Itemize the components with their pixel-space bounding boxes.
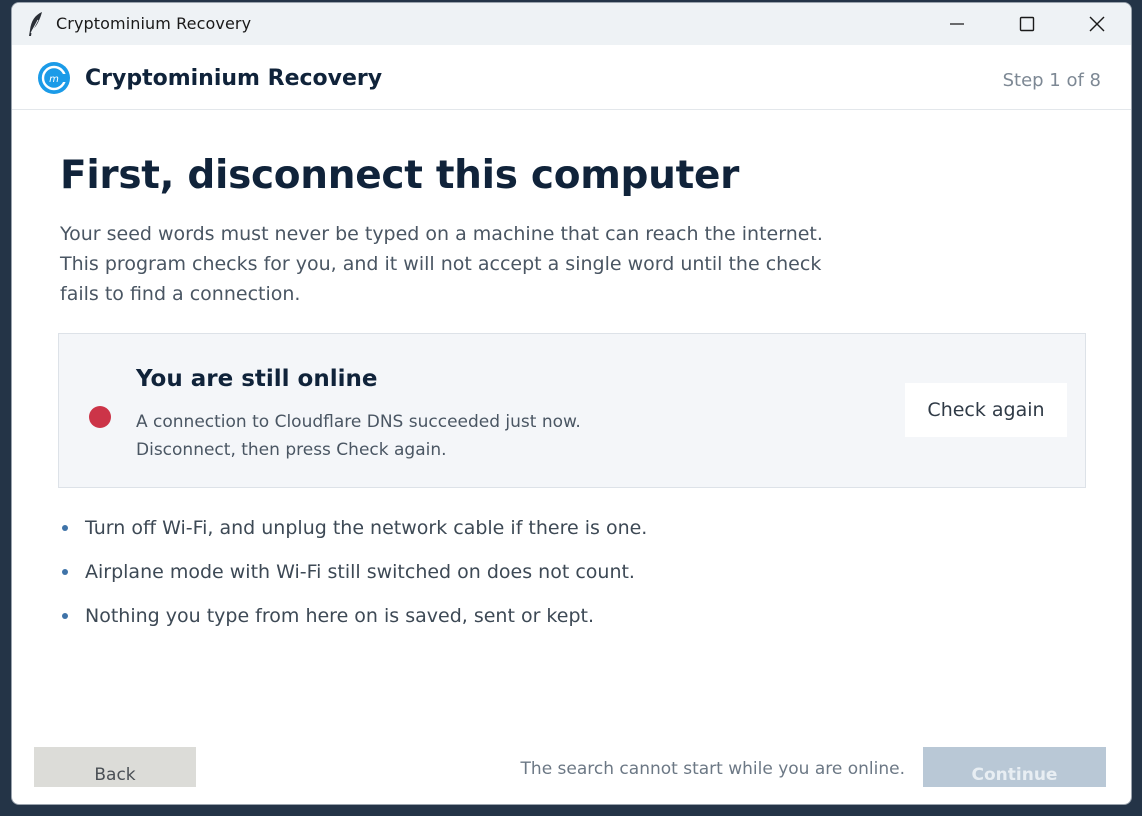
window-title: Cryptominium Recovery — [56, 14, 252, 33]
feather-icon — [29, 12, 42, 36]
status-title: You are still online — [136, 366, 378, 392]
list-item-text: Nothing you type from here on is saved, … — [85, 605, 594, 627]
footer-note: The search cannot start while you are on… — [520, 759, 905, 779]
continue-button[interactable]: Continue — [923, 747, 1106, 787]
bullet-icon — [62, 525, 68, 531]
back-button[interactable]: Back — [34, 747, 196, 787]
page-title: First, disconnect this computer — [60, 153, 740, 198]
status-description: A connection to Cloudflare DNS succeeded… — [136, 408, 756, 464]
list-item: Nothing you type from here on is saved, … — [60, 601, 960, 645]
maximize-icon — [1019, 16, 1035, 32]
minimize-button[interactable] — [922, 3, 992, 45]
title-bar: Cryptominium Recovery — [12, 3, 1131, 45]
intro-text: Your seed words must never be typed on a… — [60, 223, 823, 305]
connection-status-panel: You are still online A connection to Clo… — [58, 333, 1086, 488]
status-line-2: Disconnect, then press Check again. — [136, 440, 447, 460]
list-item-text: Airplane mode with Wi-Fi still switched … — [85, 561, 635, 583]
maximize-button[interactable] — [992, 3, 1062, 45]
cryptominium-logo: m — [38, 62, 70, 94]
step-indicator: Step 1 of 8 — [1002, 70, 1101, 91]
list-item-text: Turn off Wi-Fi, and unplug the network c… — [85, 517, 648, 539]
list-item: Turn off Wi-Fi, and unplug the network c… — [60, 513, 960, 557]
instruction-list: Turn off Wi-Fi, and unplug the network c… — [60, 513, 960, 645]
list-item: Airplane mode with Wi-Fi still switched … — [60, 557, 960, 601]
status-indicator — [89, 406, 111, 428]
bullet-icon — [62, 569, 68, 575]
svg-text:m: m — [49, 74, 59, 85]
close-icon — [1089, 16, 1105, 32]
check-again-button[interactable]: Check again — [905, 383, 1067, 437]
app-window: Cryptominium Recovery m Cryptominium Rec… — [11, 2, 1132, 805]
bullet-icon — [62, 613, 68, 619]
minimize-icon — [950, 23, 964, 25]
close-button[interactable] — [1062, 3, 1131, 45]
status-line-1: A connection to Cloudflare DNS succeeded… — [136, 412, 581, 432]
app-name: Cryptominium Recovery — [85, 66, 383, 91]
app-header: m Cryptominium Recovery Step 1 of 8 — [12, 45, 1131, 110]
